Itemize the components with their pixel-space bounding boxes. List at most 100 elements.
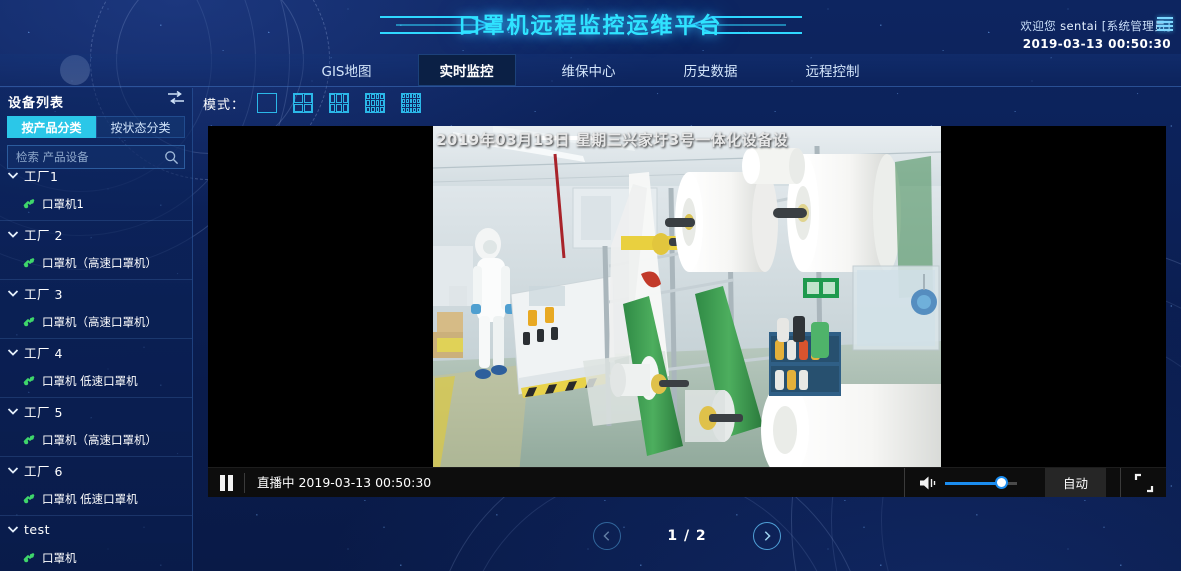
pause-icon[interactable] (208, 468, 244, 498)
layout-1x1-button[interactable] (257, 93, 278, 113)
nav-label: 维保中心 (561, 64, 616, 80)
chevron-down-icon[interactable] (6, 286, 20, 300)
tree-group-label: 工厂 2 (24, 227, 63, 243)
video-osd-overlay: 2019年03月13日 星期三兴家圩3号一体化设备设 (436, 131, 789, 149)
seg-label: 按产品分类 (21, 120, 82, 135)
tree-group-header[interactable]: 工厂1 (0, 162, 192, 188)
mode-label: 模式： (203, 97, 246, 113)
link-status-icon (23, 494, 35, 504)
page-indicator: 1 / 2 (667, 527, 707, 544)
tree-device-label: 口罩机（高速口罩机） (42, 433, 157, 447)
link-status-icon (23, 199, 35, 209)
sidebar-header: 设备列表 (0, 88, 192, 114)
nav-label: 远程控制 (805, 64, 860, 80)
swap-arrows-icon[interactable] (167, 90, 185, 106)
tree-group-label: test (24, 521, 51, 537)
layout-4x3-button[interactable] (365, 93, 386, 113)
tree-group-label: 工厂 4 (24, 345, 63, 361)
tree-device-label: 口罩机 低速口罩机 (42, 492, 138, 506)
tree-group: 工厂 6 口罩机 低速口罩机 (0, 457, 192, 516)
tab-remote-control[interactable]: 远程控制 (784, 54, 882, 86)
main-content: 模式： 2019年03月13日 星期三兴家圩3号一体化设备设 直播中 2019-… (193, 88, 1181, 571)
auto-quality-button[interactable]: 自动 (1044, 468, 1106, 497)
device-tree[interactable]: 工厂1 口罩机1 工厂 2 口罩机（高速口罩机） 工厂 3 口罩机（高速口罩机）… (0, 160, 192, 571)
tree-device-row[interactable]: 口罩机 低速口罩机 (0, 483, 192, 515)
tree-group-header[interactable]: 工厂 4 (0, 339, 192, 365)
tree-device-row[interactable]: 口罩机（高速口罩机） (0, 247, 192, 279)
volume-knob[interactable] (996, 477, 1006, 487)
welcome-line: 欢迎您 sentai [系统管理员] (1020, 18, 1171, 34)
tree-device-label: 口罩机1 (42, 197, 84, 211)
chevron-down-icon[interactable] (6, 345, 20, 359)
tree-group-label: 工厂 3 (24, 286, 63, 302)
link-status-icon (23, 553, 35, 563)
header-datetime: 2019-03-13 00:50:30 (1022, 37, 1171, 51)
tree-device-row[interactable]: 口罩机1 (0, 188, 192, 220)
tree-group: 工厂 4 口罩机 低速口罩机 (0, 339, 192, 398)
welcome-prefix: 欢迎您 (1020, 19, 1057, 33)
device-list-sidebar: 设备列表 按产品分类 按状态分类 工厂1 (0, 88, 193, 571)
tree-device-label: 口罩机 (42, 551, 77, 565)
hamburger-menu-icon[interactable] (1157, 17, 1173, 31)
fullscreen-icon[interactable] (1120, 467, 1166, 497)
tab-gis-map[interactable]: GIS地图 (299, 54, 393, 86)
tree-group-label: 工厂 5 (24, 404, 63, 420)
sidebar-filter-tabs: 按产品分类 按状态分类 (7, 116, 185, 138)
chevron-down-icon[interactable] (6, 522, 20, 536)
link-status-icon (23, 376, 35, 386)
video-viewport[interactable] (433, 126, 941, 474)
tree-group-header[interactable]: 工厂 2 (0, 221, 192, 247)
tab-by-product[interactable]: 按产品分类 (7, 116, 96, 138)
app-header: 口罩机远程监控运维平台 欢迎您 sentai [系统管理员] 2019-03-1… (0, 0, 1181, 52)
tree-group: 工厂 5 口罩机（高速口罩机） (0, 398, 192, 457)
layout-2x2-button[interactable] (293, 93, 314, 113)
chevron-down-icon[interactable] (6, 227, 20, 241)
tree-device-row[interactable]: 口罩机（高速口罩机） (0, 424, 192, 456)
username: sentai (1060, 19, 1098, 33)
tab-maintenance-center[interactable]: 维保中心 (540, 54, 638, 86)
tree-device-label: 口罩机（高速口罩机） (42, 315, 157, 329)
tree-device-label: 口罩机 低速口罩机 (42, 374, 138, 388)
tree-group: 工厂 3 口罩机（高速口罩机） (0, 280, 192, 339)
volume-control[interactable] (903, 467, 1031, 497)
chevron-down-icon[interactable] (6, 404, 20, 418)
tree-group: 工厂 2 口罩机（高速口罩机） (0, 221, 192, 280)
tree-device-row[interactable]: 口罩机（高速口罩机） (0, 306, 192, 338)
tab-realtime-monitor[interactable]: 实时监控 (417, 54, 516, 86)
seg-label: 按状态分类 (110, 120, 171, 135)
tab-history-data[interactable]: 历史数据 (662, 54, 760, 86)
link-status-icon (23, 435, 35, 445)
tree-device-row[interactable]: 口罩机 (0, 542, 192, 571)
video-player[interactable]: 2019年03月13日 星期三兴家圩3号一体化设备设 兴家圩3号设备 直播中 2… (208, 126, 1166, 497)
tree-group-header[interactable]: 工厂 5 (0, 398, 192, 424)
volume-icon[interactable] (919, 475, 937, 491)
layout-3x2-button[interactable] (329, 93, 350, 113)
tree-device-row[interactable]: 口罩机 低速口罩机 (0, 365, 192, 397)
layout-mode-bar: 模式： (193, 88, 1181, 118)
app-root: 口罩机远程监控运维平台 欢迎您 sentai [系统管理员] 2019-03-1… (0, 0, 1181, 571)
page-title: 口罩机远程监控运维平台 (458, 14, 723, 39)
title-container: 口罩机远程监控运维平台 (0, 8, 1181, 40)
tree-group-header[interactable]: 工厂 3 (0, 280, 192, 306)
chevron-down-icon[interactable] (6, 168, 20, 182)
tree-device-label: 口罩机（高速口罩机） (42, 256, 157, 270)
sidebar-title: 设备列表 (8, 96, 65, 111)
chevron-down-icon[interactable] (6, 463, 20, 477)
tree-group-header[interactable]: test (0, 516, 192, 542)
tree-group: 工厂1 口罩机1 (0, 162, 192, 221)
main-navigation: GIS地图 实时监控 维保中心 历史数据 远程控制 (0, 54, 1181, 87)
nav-label: 实时监控 (439, 64, 494, 80)
tree-group-header[interactable]: 工厂 6 (0, 457, 192, 483)
tab-by-status[interactable]: 按状态分类 (96, 116, 185, 138)
volume-slider[interactable] (944, 477, 1017, 487)
player-control-bar: 直播中 2019-03-13 00:50:30 自动 (208, 467, 1166, 497)
tree-group-label: 工厂1 (24, 168, 59, 184)
live-status-text: 直播中 2019-03-13 00:50:30 (244, 472, 431, 493)
link-status-icon (23, 317, 35, 327)
tree-group-label: 工厂 6 (24, 463, 63, 479)
volume-fill (944, 481, 1003, 485)
chevron-right-icon[interactable] (752, 521, 781, 550)
nav-label: 历史数据 (683, 64, 738, 80)
layout-5x4-button[interactable] (401, 93, 422, 113)
chevron-left-icon[interactable] (593, 521, 622, 550)
